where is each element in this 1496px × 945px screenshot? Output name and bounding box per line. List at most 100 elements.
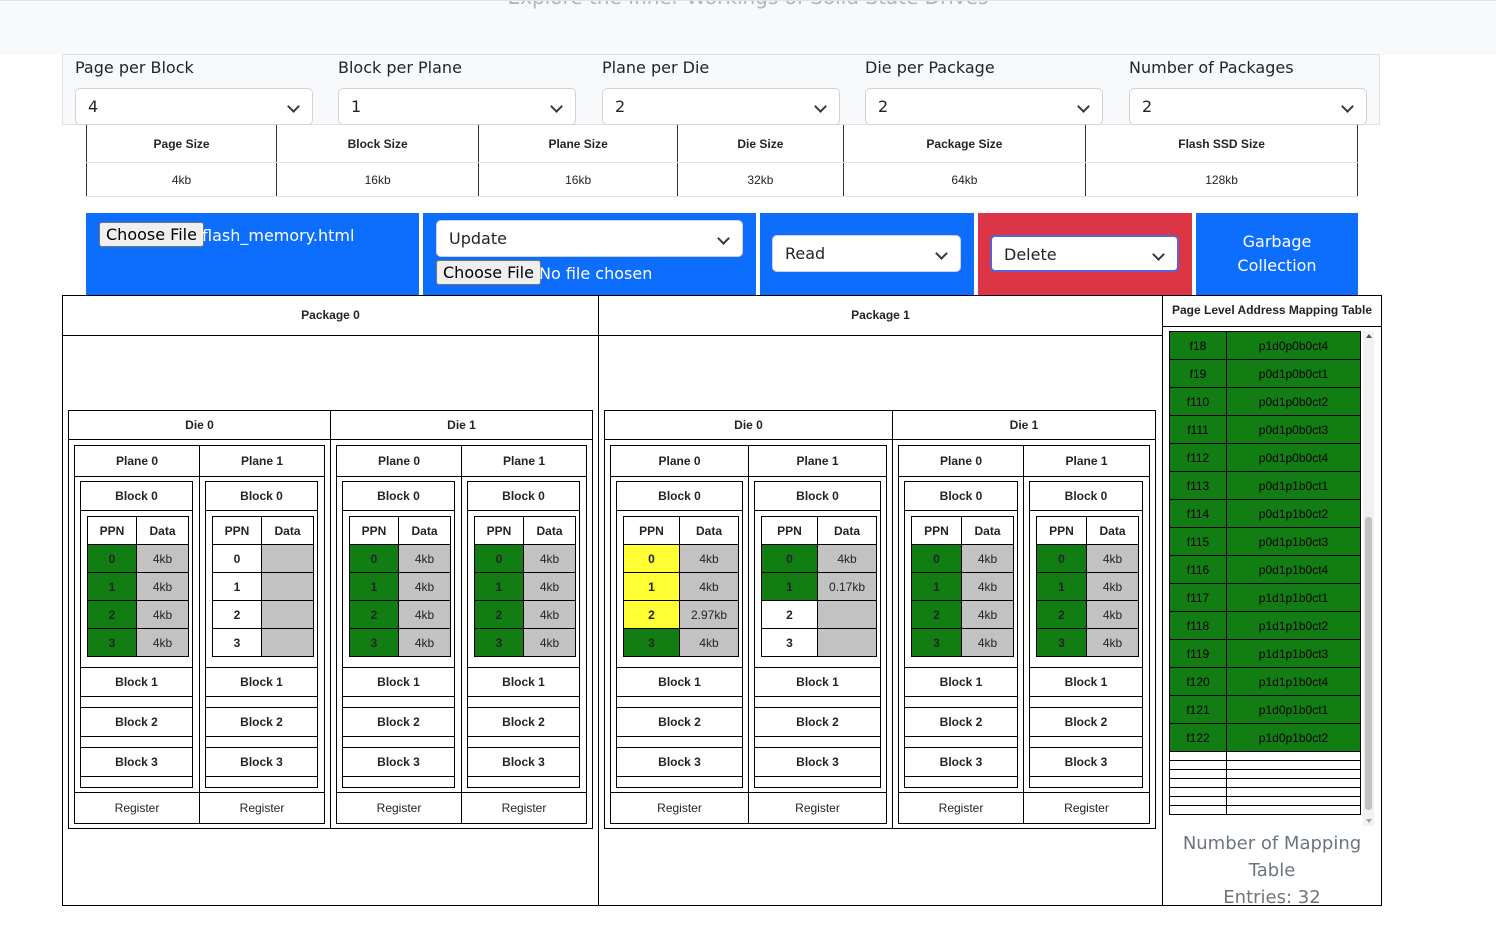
block-3[interactable]: Block 3	[80, 747, 193, 788]
page-ppn-cell[interactable]: 2	[212, 600, 262, 629]
block-2[interactable]: Block 2	[80, 707, 193, 748]
mapping-row[interactable]: f115 p0d1p1b0ct3	[1169, 527, 1361, 556]
page-ppn-cell[interactable]: 1	[761, 572, 818, 601]
page-ppn-cell[interactable]: 3	[911, 628, 962, 657]
mapping-scrollbar[interactable]	[1363, 331, 1374, 826]
page-row[interactable]: 1 4kb	[474, 572, 576, 601]
page-row[interactable]: 3 4kb	[87, 628, 189, 657]
page-row[interactable]: 3	[212, 628, 314, 657]
block-2[interactable]: Block 2	[467, 707, 580, 748]
page-row[interactable]: 1 4kb	[1036, 572, 1139, 601]
die-per-package-select[interactable]: 2	[865, 88, 1103, 125]
page-ppn-cell[interactable]: 0	[474, 544, 524, 573]
page-ppn-cell[interactable]: 1	[474, 572, 524, 601]
block-0[interactable]: Block 0 PPN Data 0 4kb 1 4kb 2 2.97kb 3 4kb	[616, 481, 743, 668]
mapping-row[interactable]: f19 p0d1p0b0ct1	[1169, 359, 1361, 388]
block-3[interactable]: Block 3	[904, 747, 1018, 788]
page-row[interactable]: 0 4kb	[87, 544, 189, 573]
page-row[interactable]: 0 4kb	[623, 544, 739, 573]
block-1[interactable]: Block 1	[754, 667, 881, 708]
page-row[interactable]: 0 4kb	[474, 544, 576, 573]
block-0[interactable]: Block 0 PPN Data 0 4kb 1 4kb 2 4kb 3 4kb	[1029, 481, 1143, 668]
block-0[interactable]: Block 0 PPN Data 0 4kb 1 4kb 2 4kb 3 4kb	[904, 481, 1018, 668]
mapping-row[interactable]: f116 p0d1p1b0ct4	[1169, 555, 1361, 584]
plane-per-die-select[interactable]: 2	[602, 88, 840, 125]
page-ppn-cell[interactable]: 0	[623, 544, 680, 573]
page-ppn-cell[interactable]: 1	[87, 572, 137, 601]
page-row[interactable]: 0 4kb	[911, 544, 1014, 573]
page-ppn-cell[interactable]: 3	[212, 628, 262, 657]
page-ppn-cell[interactable]: 1	[349, 572, 399, 601]
page-ppn-cell[interactable]: 3	[87, 628, 137, 657]
page-ppn-cell[interactable]: 1	[1036, 572, 1087, 601]
block-0[interactable]: Block 0 PPN Data 0 4kb 1 4kb 2 4kb 3 4kb	[342, 481, 455, 668]
scrollbar-thumb[interactable]	[1365, 517, 1372, 810]
block-1[interactable]: Block 1	[205, 667, 318, 708]
page-ppn-cell[interactable]: 3	[349, 628, 399, 657]
page-ppn-cell[interactable]: 3	[474, 628, 524, 657]
page-ppn-cell[interactable]: 2	[911, 600, 962, 629]
page-row[interactable]: 2 4kb	[474, 600, 576, 629]
page-ppn-cell[interactable]: 3	[623, 628, 680, 657]
page-row[interactable]: 1 0.17kb	[761, 572, 877, 601]
mapping-row[interactable]: f122 p1d0p1b0ct2	[1169, 723, 1361, 752]
block-1[interactable]: Block 1	[904, 667, 1018, 708]
page-per-block-select[interactable]: 4	[75, 88, 313, 125]
block-0[interactable]: Block 0 PPN Data 0 4kb 1 4kb 2 4kb 3 4kb	[80, 481, 193, 668]
block-3[interactable]: Block 3	[1029, 747, 1143, 788]
block-2[interactable]: Block 2	[1029, 707, 1143, 748]
block-2[interactable]: Block 2	[616, 707, 743, 748]
mapping-row[interactable]: f120 p1d1p1b0ct4	[1169, 667, 1361, 696]
page-row[interactable]: 0 4kb	[761, 544, 877, 573]
page-row[interactable]: 3 4kb	[474, 628, 576, 657]
page-row[interactable]: 0 4kb	[349, 544, 451, 573]
page-row[interactable]: 3	[761, 628, 877, 657]
garbage-collection-button[interactable]: Garbage Collection	[1196, 213, 1358, 295]
page-row[interactable]: 1 4kb	[911, 572, 1014, 601]
block-2[interactable]: Block 2	[904, 707, 1018, 748]
block-3[interactable]: Block 3	[342, 747, 455, 788]
page-row[interactable]: 2 4kb	[1036, 600, 1139, 629]
block-per-plane-select[interactable]: 1	[338, 88, 576, 125]
scroll-up-icon[interactable]	[1366, 334, 1372, 338]
block-2[interactable]: Block 2	[342, 707, 455, 748]
block-2[interactable]: Block 2	[205, 707, 318, 748]
block-1[interactable]: Block 1	[1029, 667, 1143, 708]
write-choose-file-button[interactable]: Choose File	[99, 222, 204, 247]
page-row[interactable]: 0	[212, 544, 314, 573]
mapping-row[interactable]: f114 p0d1p1b0ct2	[1169, 499, 1361, 528]
page-ppn-cell[interactable]: 0	[761, 544, 818, 573]
page-row[interactable]: 3 4kb	[911, 628, 1014, 657]
scroll-down-icon[interactable]	[1366, 819, 1372, 823]
page-ppn-cell[interactable]: 3	[1036, 628, 1087, 657]
block-1[interactable]: Block 1	[80, 667, 193, 708]
page-ppn-cell[interactable]: 1	[911, 572, 962, 601]
block-0[interactable]: Block 0 PPN Data 0 4kb 1 0.17kb 2 3	[754, 481, 881, 668]
delete-select[interactable]: Delete	[990, 235, 1179, 272]
mapping-row[interactable]: f112 p0d1p0b0ct4	[1169, 443, 1361, 472]
page-row[interactable]: 3 4kb	[623, 628, 739, 657]
page-row[interactable]: 2 4kb	[349, 600, 451, 629]
mapping-row[interactable]: f119 p1d1p1b0ct3	[1169, 639, 1361, 668]
block-1[interactable]: Block 1	[342, 667, 455, 708]
block-3[interactable]: Block 3	[754, 747, 881, 788]
block-1[interactable]: Block 1	[467, 667, 580, 708]
number-of-packages-select[interactable]: 2	[1129, 88, 1367, 125]
page-ppn-cell[interactable]: 0	[911, 544, 962, 573]
block-3[interactable]: Block 3	[205, 747, 318, 788]
page-row[interactable]: 2	[212, 600, 314, 629]
block-3[interactable]: Block 3	[467, 747, 580, 788]
page-row[interactable]: 2 4kb	[87, 600, 189, 629]
mapping-row[interactable]: f18 p1d0p0b0ct4	[1169, 331, 1361, 360]
read-select[interactable]: Read	[772, 235, 961, 272]
page-ppn-cell[interactable]: 0	[349, 544, 399, 573]
page-ppn-cell[interactable]: 3	[761, 628, 818, 657]
page-row[interactable]: 1 4kb	[623, 572, 739, 601]
page-ppn-cell[interactable]: 2	[1036, 600, 1087, 629]
page-ppn-cell[interactable]: 1	[212, 572, 262, 601]
page-row[interactable]: 3 4kb	[349, 628, 451, 657]
page-ppn-cell[interactable]: 2	[623, 600, 680, 629]
page-row[interactable]: 1	[212, 572, 314, 601]
page-row[interactable]: 2 2.97kb	[623, 600, 739, 629]
page-ppn-cell[interactable]: 0	[212, 544, 262, 573]
